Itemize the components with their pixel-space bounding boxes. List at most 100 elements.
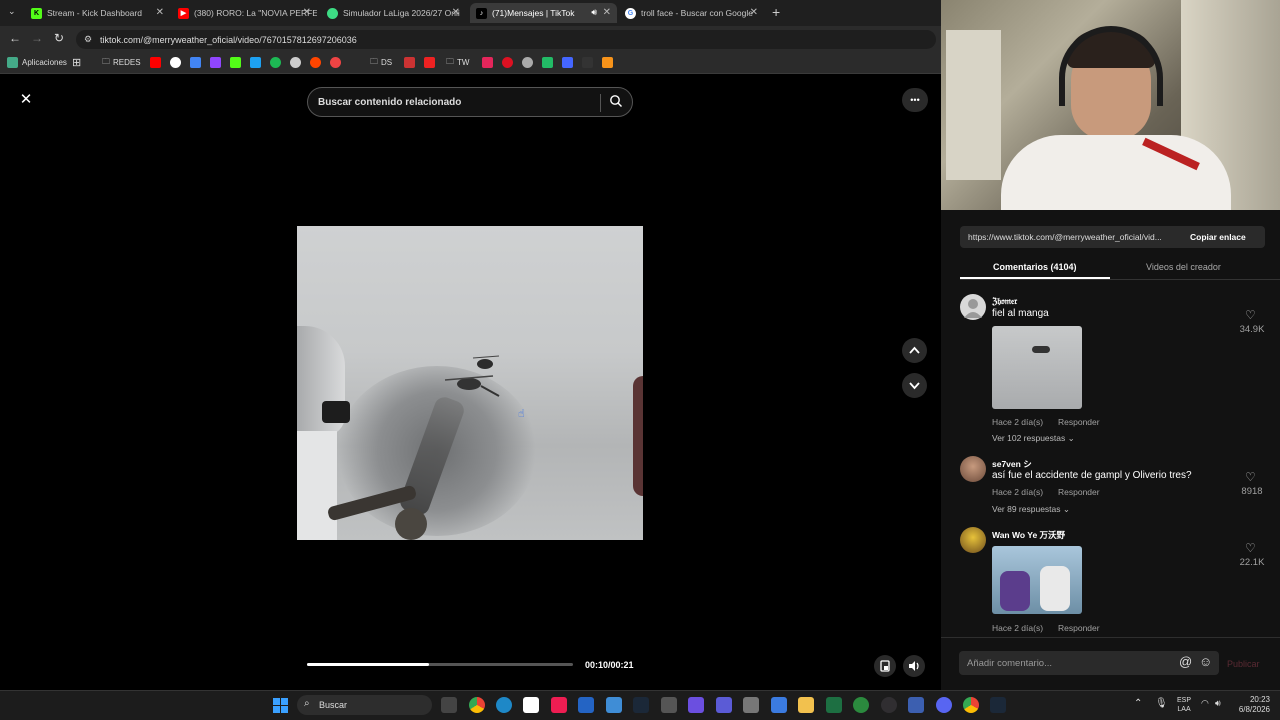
grid-app-taskbar-icon[interactable] [716,697,732,713]
tiktok-taskbar-icon[interactable] [551,697,567,713]
avatar[interactable] [960,456,986,482]
taskbar-search[interactable]: ⌕ Buscar [297,695,432,715]
chrome-bookmark-icon[interactable] [170,57,181,68]
orange-bookmark-icon[interactable] [602,57,613,68]
comment-author[interactable]: se7ven シ [992,458,1032,470]
reload-icon[interactable]: ↻ [54,31,64,45]
obs-taskbar-icon[interactable] [881,697,897,713]
capcut-taskbar-icon[interactable] [523,697,539,713]
next-video-button[interactable] [902,373,927,398]
calculator-taskbar-icon[interactable] [661,697,677,713]
steam-taskbar-icon[interactable] [633,697,649,713]
url-field[interactable]: ⚙ tiktok.com/@merryweather_oficial/video… [76,30,936,49]
avatar[interactable] [960,527,986,553]
like-icon[interactable]: ♡ [1245,541,1256,555]
edge-taskbar-icon[interactable] [496,697,512,713]
comment-image[interactable] [992,546,1082,614]
back-icon[interactable]: ← [9,31,21,45]
chrome2-taskbar-icon[interactable] [963,697,979,713]
cherry-bookmark-icon[interactable] [502,57,513,68]
view-replies-button[interactable]: Ver 102 respuestas ⌄ [992,433,1075,444]
copy-link-button[interactable]: Copiar enlace [1190,232,1246,242]
bookmark-folder-redes[interactable]: 🗀︎ REDES [102,55,141,70]
forward-icon[interactable]: → [31,31,43,45]
avatar[interactable] [960,294,986,320]
more-options-button[interactable]: ••• [902,88,928,112]
new-tab-button[interactable]: + [772,4,780,20]
spotify-bookmark-icon[interactable] [270,57,281,68]
tab-comments[interactable]: Comentarios (4104) [993,262,1077,272]
comment-author[interactable]: Wan Wo Ye 万沃野 [992,529,1065,541]
photos-taskbar-icon[interactable] [606,697,622,713]
excel-taskbar-icon[interactable] [826,697,842,713]
grid-icon[interactable]: ⊞ [72,55,81,70]
tab-google[interactable]: G troll face - Buscar con Google ✕ [619,3,764,23]
blue-bookmark-icon[interactable] [562,57,573,68]
twitch-bookmark-icon[interactable] [210,57,221,68]
like-icon[interactable]: ♡ [1245,308,1256,322]
discord-taskbar-icon[interactable] [936,697,952,713]
mention-icon[interactable]: @ [1179,654,1192,669]
comment-author[interactable]: ℨ𝔥𝔬𝔪𝔢𝔯 [992,296,1017,307]
task-view-icon[interactable] [441,697,457,713]
kick-bookmark-icon[interactable] [230,57,241,68]
view-replies-button[interactable]: Ver 89 respuestas ⌄ [992,504,1070,515]
green-bookmark-icon[interactable] [542,57,553,68]
language-indicator[interactable]: ESP LAA [1177,696,1191,714]
related-search-input[interactable]: Buscar contenido relacionado [307,87,633,117]
bookmark-folder-ds[interactable]: 🗀︎ DS [370,55,392,70]
bookmark-apps[interactable]: Aplicaciones [7,55,67,70]
gray-bookmark-icon[interactable] [522,57,533,68]
comment-image[interactable] [992,326,1082,409]
notes-taskbar-icon[interactable] [688,697,704,713]
bookmark-folder-tw[interactable]: 🗀︎ TW [446,55,469,70]
close-video-button[interactable]: ✕ [16,90,36,110]
github-bookmark-icon[interactable] [290,57,301,68]
reddit-bookmark-icon[interactable] [310,57,321,68]
close-tab-icon[interactable]: ✕ [603,7,611,18]
volume-tray-icon[interactable]: 🔊︎ [1215,698,1221,709]
tab-tiktok[interactable]: ♪ (71)Mensajes | TikTok 🔊︎ ✕ [470,3,617,23]
app2-taskbar-icon[interactable] [908,697,924,713]
emoji-icon[interactable]: ☺ [1199,654,1212,669]
dark-bookmark-icon[interactable] [582,57,593,68]
app-taskbar-icon[interactable] [578,697,594,713]
close-tab-icon[interactable]: ✕ [452,7,460,18]
close-tab-icon[interactable]: ✕ [303,7,311,18]
search-icon[interactable] [609,94,623,108]
tab-list-chevron-icon[interactable]: ⌄ [8,6,16,17]
tab-youtube[interactable]: ▶ (380) RORO: La "NOVIA PERFE ✕ [172,3,317,23]
youtube-bookmark-icon[interactable] [150,57,161,68]
pip-button[interactable] [874,655,896,677]
progress-track[interactable] [307,663,573,666]
speaker-icon[interactable]: 🔊︎ [591,7,597,18]
close-tab-icon[interactable]: ✕ [750,7,758,18]
tray-chevron-icon[interactable]: ⌃ [1134,698,1142,709]
volume-button[interactable] [903,655,925,677]
xbox-taskbar-icon[interactable] [853,697,869,713]
pink-bookmark-icon[interactable] [482,57,493,68]
photos-bookmark-icon[interactable] [330,57,341,68]
publish-button[interactable]: Publicar [1227,659,1260,669]
tab-kick[interactable]: K Stream - Kick Dashboard ✕ [25,3,170,23]
tab-laliga[interactable]: Simulador LaLiga 2026/27 Onli ✕ [321,3,466,23]
red-bookmark-icon-2[interactable] [424,57,435,68]
like-icon[interactable]: ♡ [1245,470,1256,484]
red-bookmark-icon[interactable] [404,57,415,68]
tab-creator-videos[interactable]: Videos del creador [1146,262,1221,272]
steam2-taskbar-icon[interactable] [990,697,1006,713]
reply-button[interactable]: Responder [1058,623,1100,633]
chrome-taskbar-icon[interactable] [469,697,485,713]
calc2-taskbar-icon[interactable] [743,697,759,713]
folder-taskbar-icon[interactable] [798,697,814,713]
wifi-icon[interactable]: ◠ [1201,698,1209,709]
reply-button[interactable]: Responder [1058,417,1100,427]
microphone-icon[interactable]: 🎙︎ [1155,698,1168,709]
video-frame[interactable]: ☝︎ [297,226,643,540]
docs-taskbar-icon[interactable] [771,697,787,713]
site-info-icon[interactable]: ⚙ [84,34,92,45]
reply-button[interactable]: Responder [1058,487,1100,497]
windows-start-icon[interactable] [273,698,288,713]
edge-bookmark-icon[interactable] [250,57,261,68]
close-tab-icon[interactable]: ✕ [156,7,164,18]
